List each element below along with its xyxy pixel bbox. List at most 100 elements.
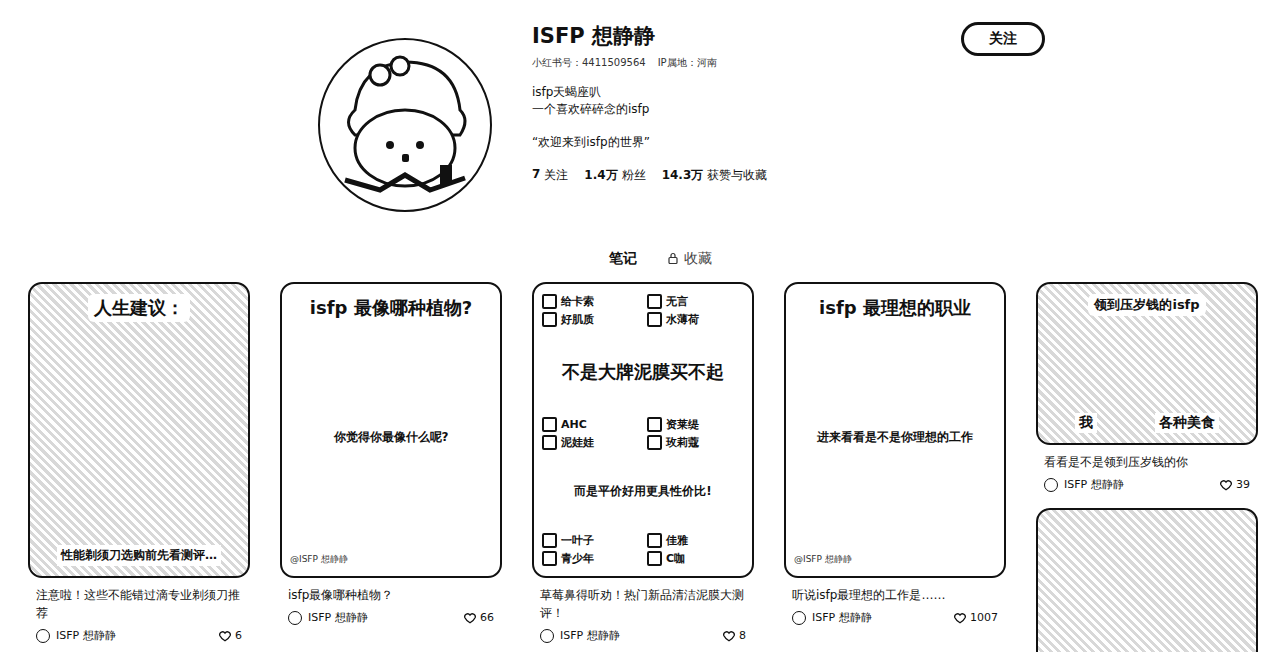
cover-check: 好肌质	[542, 312, 639, 327]
note-likes[interactable]: 8	[722, 629, 746, 643]
note-cover[interactable]: 领到压岁钱的isfp 我 各种美食	[1036, 282, 1258, 445]
profile-quote: “欢迎来到isfp的世界”	[532, 134, 921, 151]
note-title[interactable]: isfp最像哪种植物？	[280, 586, 502, 604]
cover-label: 各种美食	[1155, 413, 1219, 433]
note-likes[interactable]: 39	[1219, 478, 1250, 492]
author-avatar-icon	[36, 629, 50, 643]
cover-title: 不是大牌泥膜买不起	[556, 358, 730, 386]
note-cover[interactable]	[1036, 508, 1258, 652]
checkbox-icon	[542, 533, 557, 548]
profile-stat[interactable]: 1.4万粉丝	[584, 167, 645, 184]
checkbox-icon	[647, 417, 662, 432]
profile-name: ISFP 想静静	[532, 22, 921, 50]
note-card[interactable]	[1036, 508, 1258, 652]
profile-page: ISFP 想静静小红书号：4411509564IP属地：河南isfp天蝎座叭一个…	[0, 0, 1280, 652]
note-title[interactable]: 听说isfp最理想的工作是……	[784, 586, 1006, 604]
notes-grid: 人生建议：性能剃须刀选购前先看测评…注意啦！这些不能错过滴专业剃须刀推荐ISFP…	[0, 268, 1280, 652]
note-title[interactable]: 草莓鼻得听劝！热门新品清洁泥膜大测评！	[532, 586, 754, 622]
profile-meta: 小红书号：4411509564IP属地：河南	[532, 56, 921, 70]
lock-icon	[667, 252, 679, 265]
cover-title: isfp 最像哪种植物?	[304, 294, 478, 322]
cover-checklist: AHC 资莱缇泥娃娃玫莉蔻	[542, 417, 744, 450]
note-likes[interactable]: 6	[218, 629, 242, 643]
cover-check: 一叶子	[542, 533, 639, 548]
note-footer: ISFP 想静静 66	[280, 604, 502, 625]
profile-header: ISFP 想静静小红书号：4411509564IP属地：河南 isfp天蝎座叭一个…	[0, 0, 1280, 212]
cover-check: AHC	[542, 417, 639, 432]
checkbox-icon	[542, 435, 557, 450]
checkbox-icon	[542, 551, 557, 566]
note-likes[interactable]: 1007	[953, 611, 998, 625]
note-card[interactable]: 给卡索无言好肌质水薄荷不是大牌泥膜买不起 AHC 资莱缇泥娃娃玫莉蔻而是平价好用更具…	[532, 282, 754, 643]
note-footer: ISFP 想静静 39	[1036, 471, 1258, 492]
checkbox-icon	[542, 417, 557, 432]
note-likes[interactable]: 66	[463, 611, 494, 625]
note-footer: ISFP 想静静 8	[532, 622, 754, 643]
heart-icon[interactable]	[722, 629, 736, 643]
cover-check: 资莱缇	[647, 417, 744, 432]
avatar-icon	[320, 40, 490, 210]
heart-icon[interactable]	[953, 611, 967, 625]
profile-stat[interactable]: 7关注	[532, 167, 568, 184]
bio-line: isfp天蝎座叭	[532, 84, 921, 101]
note-author[interactable]: ISFP 想静静	[36, 628, 116, 643]
cover-subtitle: 而是平价好用更具性价比!	[570, 481, 715, 502]
heart-icon[interactable]	[1219, 478, 1233, 492]
profile-tabs: 笔记 收藏	[0, 248, 1280, 268]
notes-column: isfp 最像哪种植物?你觉得你最像什么呢?@ISFP 想静静 isfp最像哪种植…	[280, 282, 502, 625]
follow-button[interactable]: 关注	[961, 22, 1045, 56]
note-card[interactable]: 领到压岁钱的isfp 我 各种美食看看是不是领到压岁钱的你 ISFP 想静静 39	[1036, 282, 1258, 492]
cover-label: 我	[1075, 413, 1097, 433]
cover-check: 佳雅	[647, 533, 744, 548]
profile-info: ISFP 想静静小红书号：4411509564IP属地：河南 isfp天蝎座叭一个…	[532, 20, 921, 184]
cover-check: 给卡索	[542, 294, 639, 309]
cover-subtitle: 性能剃须刀选购前先看测评…	[57, 545, 221, 566]
author-avatar-icon	[540, 629, 554, 643]
cover-check: 青少年	[542, 551, 639, 566]
profile-stat[interactable]: 14.3万获赞与收藏	[662, 167, 768, 184]
profile-avatar	[318, 38, 492, 212]
note-card[interactable]: isfp 最像哪种植物?你觉得你最像什么呢?@ISFP 想静静 isfp最像哪种植…	[280, 282, 502, 625]
note-cover[interactable]: isfp 最理想的职业进来看看是不是你理想的工作 @ISFP 想静静	[784, 282, 1006, 578]
checkbox-icon	[647, 294, 662, 309]
cover-watermark: @ISFP 想静静	[794, 553, 852, 566]
profile-bio: isfp天蝎座叭一个喜欢碎碎念的isfp	[532, 84, 921, 118]
note-author[interactable]: ISFP 想静静	[540, 628, 620, 643]
checkbox-icon	[647, 551, 662, 566]
author-avatar-icon	[288, 611, 302, 625]
note-footer: ISFP 想静静 6	[28, 622, 250, 643]
cover-title: isfp 最理想的职业	[813, 294, 977, 322]
checkbox-icon	[647, 312, 662, 327]
note-cover[interactable]: 给卡索无言好肌质水薄荷不是大牌泥膜买不起 AHC 资莱缇泥娃娃玫莉蔻而是平价好用更具…	[532, 282, 754, 578]
note-cover[interactable]: 人生建议：性能剃须刀选购前先看测评…	[28, 282, 250, 578]
checkbox-icon	[647, 533, 662, 548]
note-author[interactable]: ISFP 想静静	[792, 610, 872, 625]
heart-icon[interactable]	[463, 611, 477, 625]
note-card[interactable]: 人生建议：性能剃须刀选购前先看测评…注意啦！这些不能错过滴专业剃须刀推荐ISFP…	[28, 282, 250, 643]
cover-check: 无言	[647, 294, 744, 309]
note-cover[interactable]: isfp 最像哪种植物?你觉得你最像什么呢?@ISFP 想静静	[280, 282, 502, 578]
checkbox-icon	[542, 294, 557, 309]
cover-check: 玫莉蔻	[647, 435, 744, 450]
note-author[interactable]: ISFP 想静静	[288, 610, 368, 625]
note-author[interactable]: ISFP 想静静	[1044, 477, 1124, 492]
note-card[interactable]: isfp 最理想的职业进来看看是不是你理想的工作 @ISFP 想静静听说isfp最…	[784, 282, 1006, 625]
profile-tab[interactable]: 收藏	[667, 248, 712, 268]
heart-icon[interactable]	[218, 629, 232, 643]
notes-column: 领到压岁钱的isfp 我 各种美食看看是不是领到压岁钱的你 ISFP 想静静 39	[1036, 282, 1258, 652]
cover-subtitle: 进来看看是不是你理想的工作	[813, 427, 977, 448]
checkbox-icon	[542, 312, 557, 327]
notes-column: isfp 最理想的职业进来看看是不是你理想的工作 @ISFP 想静静听说isfp最…	[784, 282, 1006, 625]
checkbox-icon	[647, 435, 662, 450]
note-title[interactable]: 注意啦！这些不能错过滴专业剃须刀推荐	[28, 586, 250, 622]
cover-check: 泥娃娃	[542, 435, 639, 450]
cover-check: 水薄荷	[647, 312, 744, 327]
author-avatar-icon	[792, 611, 806, 625]
cover-labels: 我 各种美食	[1046, 413, 1248, 433]
notes-column: 给卡索无言好肌质水薄荷不是大牌泥膜买不起 AHC 资莱缇泥娃娃玫莉蔻而是平价好用更具…	[532, 282, 754, 643]
cover-checklist: 一叶子佳雅青少年C咖	[542, 533, 744, 566]
profile-tab[interactable]: 笔记	[609, 248, 637, 268]
cover-title: 领到压岁钱的isfp	[1088, 294, 1205, 316]
note-title[interactable]: 看看是不是领到压岁钱的你	[1036, 453, 1258, 471]
note-footer: ISFP 想静静 1007	[784, 604, 1006, 625]
